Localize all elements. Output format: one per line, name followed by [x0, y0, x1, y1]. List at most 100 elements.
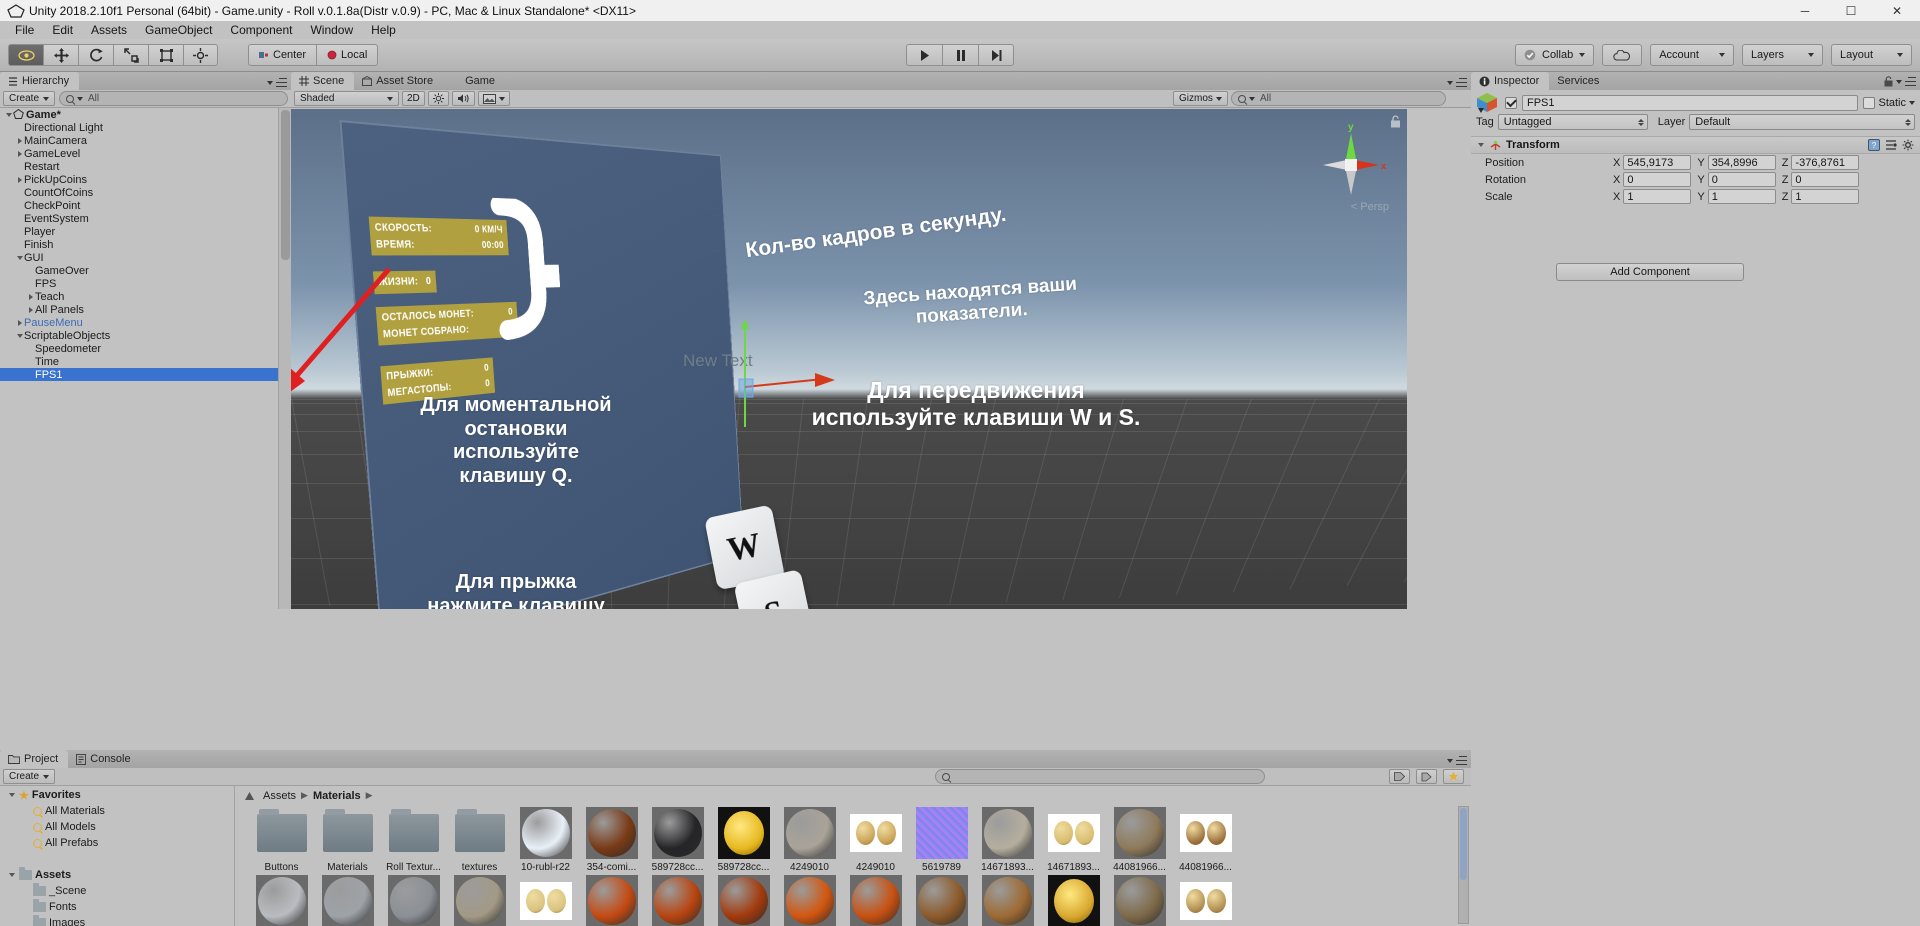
transform-position-z-input[interactable]: -376,8761 — [1791, 155, 1860, 170]
step-button[interactable] — [978, 44, 1014, 66]
tab-hierarchy[interactable]: Hierarchy — [0, 72, 80, 90]
twisty-closed-icon[interactable] — [26, 292, 35, 301]
scene-projection-label[interactable]: < Persp — [1351, 201, 1389, 213]
asset-item[interactable] — [249, 873, 314, 926]
transform-tool-button[interactable] — [183, 44, 218, 66]
maximize-button[interactable]: ☐ — [1828, 0, 1874, 21]
project-panel-options[interactable] — [1447, 756, 1467, 765]
asset-item[interactable] — [1173, 873, 1238, 926]
asset-item[interactable] — [843, 873, 908, 926]
transform-rotation-y-input[interactable]: 0 — [1707, 172, 1776, 187]
project-tree-item--scene[interactable]: _Scene — [0, 883, 234, 899]
transform-position-x-input[interactable]: 545,9173 — [1623, 155, 1692, 170]
tab-asset-store[interactable]: Asset Store — [354, 72, 443, 90]
transform-scale-z-input[interactable]: 1 — [1791, 189, 1860, 204]
menu-item-component[interactable]: Component — [221, 22, 301, 38]
transform-rotation-z-input[interactable]: 0 — [1791, 172, 1860, 187]
layout-button[interactable]: Layout — [1830, 44, 1912, 66]
twisty-open-icon[interactable] — [15, 331, 24, 340]
asset-item[interactable]: 589728cc... — [645, 805, 710, 873]
project-tree[interactable]: ★ Favorites All Materials All Models All Pre… — [0, 786, 235, 926]
inspector-panel-options[interactable] — [1884, 76, 1916, 87]
project-tree-item-images[interactable]: Images — [0, 915, 234, 926]
asset-item[interactable]: 589728cc... — [711, 805, 776, 873]
minimize-button[interactable]: ─ — [1782, 0, 1828, 21]
space-mode-button[interactable]: Local — [316, 44, 379, 66]
hierarchy-item-pickupcoins[interactable]: PickUpCoins — [0, 173, 291, 186]
scene-audio-button[interactable] — [451, 91, 475, 106]
breadcrumb-assets[interactable]: Assets — [263, 790, 296, 802]
asset-item[interactable] — [579, 873, 644, 926]
collapse-twisty-icon[interactable] — [1476, 141, 1485, 150]
menu-item-help[interactable]: Help — [362, 22, 405, 38]
scroll-up-icon[interactable] — [245, 791, 254, 800]
transform-component-header[interactable]: Transform ? — [1471, 136, 1920, 154]
move-tool-button[interactable] — [43, 44, 78, 66]
twisty-closed-icon[interactable] — [15, 175, 24, 184]
project-tree-item-favorites[interactable]: ★ Favorites — [0, 787, 234, 803]
draw-mode-dropdown[interactable]: Shaded — [294, 91, 399, 106]
project-favorite-button[interactable] — [1443, 769, 1464, 784]
lock-icon[interactable] — [1390, 115, 1401, 128]
asset-item[interactable] — [447, 873, 512, 926]
tab-scene[interactable]: Scene — [291, 72, 355, 90]
scale-tool-button[interactable] — [113, 44, 148, 66]
hierarchy-search-input[interactable]: All — [59, 91, 288, 106]
hierarchy-scrollbar[interactable] — [278, 108, 291, 609]
hierarchy-item-fps[interactable]: FPS — [0, 277, 291, 290]
hierarchy-create-button[interactable]: Create — [3, 91, 56, 106]
scene-viewport[interactable]: СКОРОСТЬ: 0 КМ/Ч ВРЕМЯ: 00:00 ЖИЗНИ: 0 ОСТА… — [291, 109, 1407, 609]
gear-icon[interactable] — [1902, 139, 1915, 151]
gizmos-dropdown[interactable]: Gizmos — [1173, 91, 1228, 106]
scene-fx-button[interactable] — [477, 91, 510, 106]
hierarchy-item-eventsystem[interactable]: EventSystem — [0, 212, 291, 225]
static-checkbox[interactable] — [1863, 96, 1876, 109]
transform-position-y-input[interactable]: 354,8996 — [1707, 155, 1776, 170]
twisty-open-icon[interactable] — [7, 871, 16, 880]
menu-item-edit[interactable]: Edit — [43, 22, 82, 38]
asset-item[interactable] — [1041, 873, 1106, 926]
transform-scale-x-input[interactable]: 1 — [1623, 189, 1692, 204]
project-search-input[interactable] — [935, 769, 1265, 784]
pivot-mode-button[interactable]: Center — [248, 44, 317, 66]
hierarchy-item-game-[interactable]: Game* — [0, 108, 291, 121]
menu-item-file[interactable]: File — [6, 22, 43, 38]
object-name-input[interactable]: FPS1 — [1522, 94, 1859, 111]
hierarchy-item-time[interactable]: Time — [0, 355, 291, 368]
static-toggle-group[interactable]: Static — [1863, 96, 1915, 109]
menu-item-assets[interactable]: Assets — [82, 22, 136, 38]
hierarchy-item-directional-light[interactable]: Directional Light — [0, 121, 291, 134]
hierarchy-item-gui[interactable]: GUI — [0, 251, 291, 264]
asset-item[interactable] — [315, 873, 380, 926]
hierarchy-item-checkpoint[interactable]: CheckPoint — [0, 199, 291, 212]
move-gizmo[interactable] — [711, 317, 841, 432]
cloud-button[interactable] — [1602, 44, 1643, 66]
hierarchy-item-all-panels[interactable]: All Panels — [0, 303, 291, 316]
asset-item[interactable]: 44081966... — [1107, 805, 1172, 873]
project-filter-type-button[interactable] — [1389, 769, 1410, 784]
object-enabled-checkbox[interactable] — [1505, 96, 1517, 109]
transform-rotation-x-input[interactable]: 0 — [1623, 172, 1692, 187]
project-scrollbar[interactable] — [1458, 806, 1469, 924]
twisty-open-icon[interactable] — [7, 791, 16, 800]
twisty-closed-icon[interactable] — [15, 149, 24, 158]
layers-button[interactable]: Layers — [1741, 44, 1823, 66]
add-component-button[interactable]: Add Component — [1556, 263, 1744, 281]
hierarchy-item-maincamera[interactable]: MainCamera — [0, 134, 291, 147]
hierarchy-item-fps1[interactable]: FPS1 — [0, 368, 291, 381]
rotate-tool-button[interactable] — [78, 44, 113, 66]
asset-item[interactable]: textures — [447, 805, 512, 873]
asset-item[interactable]: Materials — [315, 805, 380, 873]
lock-icon[interactable] — [1884, 76, 1893, 87]
project-filter-label-button[interactable] — [1416, 769, 1437, 784]
account-button[interactable]: Account — [1650, 44, 1734, 66]
hierarchy-item-teach[interactable]: Teach — [0, 290, 291, 303]
hierarchy-item-gamelevel[interactable]: GameLevel — [0, 147, 291, 160]
tab-project[interactable]: Project — [0, 750, 69, 768]
asset-item[interactable]: Roll Textur... — [381, 805, 446, 873]
project-tree-item-all-materials[interactable]: All Materials — [0, 803, 234, 819]
hierarchy-item-speedometer[interactable]: Speedometer — [0, 342, 291, 355]
asset-item[interactable]: 14671893... — [975, 805, 1040, 873]
asset-item[interactable]: 4249010 — [843, 805, 908, 873]
twisty-open-icon[interactable] — [15, 253, 24, 262]
